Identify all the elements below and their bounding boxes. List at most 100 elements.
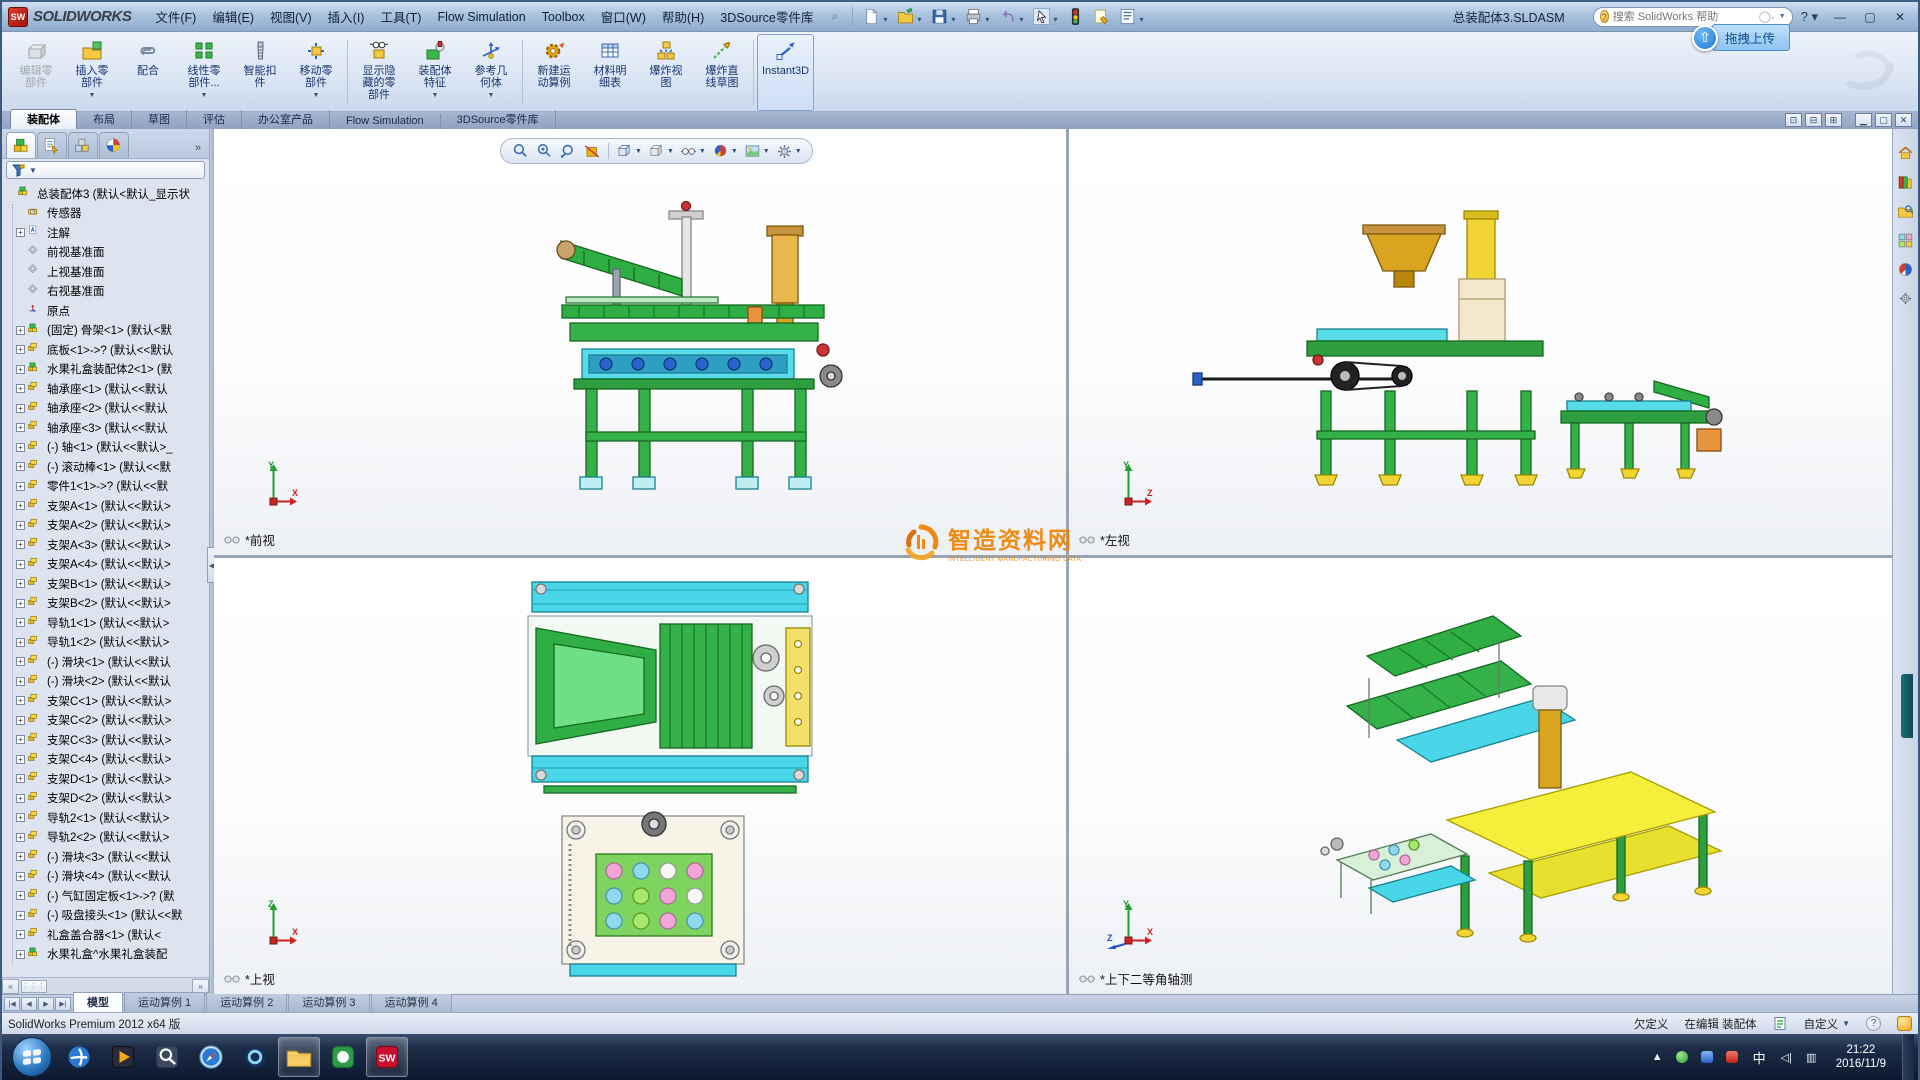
expand-icon[interactable]: +: [16, 482, 25, 491]
tree-item[interactable]: +导轨2<2> (默认<<默认>: [16, 828, 209, 848]
tree-item[interactable]: +支架A<4> (默认<<默认>: [16, 555, 209, 575]
tree-item[interactable]: +支架D<2> (默认<<默认>: [16, 789, 209, 809]
taskbar-3d-app-icon[interactable]: [234, 1037, 276, 1077]
exploded-view-button[interactable]: 爆炸视图: [638, 34, 694, 111]
expand-icon[interactable]: +: [16, 735, 25, 744]
tree-item[interactable]: +零件1<1>->? (默认<<默: [16, 477, 209, 497]
linear-pattern-dropdown-icon[interactable]: ▼: [201, 90, 208, 102]
print-icon[interactable]: [961, 6, 985, 28]
expand-icon[interactable]: +: [16, 618, 25, 627]
tab-last-icon[interactable]: ▶|: [55, 997, 71, 1011]
feature-manager-tab[interactable]: [6, 132, 36, 158]
open-document-icon[interactable]: [893, 6, 917, 28]
close-button[interactable]: ✕: [1886, 7, 1914, 27]
expand-icon[interactable]: +: [16, 501, 25, 510]
doc-close-button[interactable]: ✕: [1895, 113, 1912, 127]
select-cursor-icon[interactable]: [1029, 6, 1053, 28]
tray-network-icon[interactable]: ▥: [1803, 1049, 1820, 1066]
tree-item[interactable]: +支架A<1> (默认<<默认>: [16, 496, 209, 516]
expand-icon[interactable]: +: [16, 911, 25, 920]
tree-item[interactable]: +水果礼盒装配体2<1> (默: [16, 360, 209, 380]
custom-properties-icon[interactable]: [1896, 288, 1916, 308]
model-tab-模型[interactable]: 模型: [73, 992, 123, 1012]
viewport-isometric[interactable]: YXZ*上下二等角轴测: [1069, 558, 1892, 994]
taskbar-media-icon[interactable]: [102, 1037, 144, 1077]
model-tab-运动算例 4[interactable]: 运动算例 4: [371, 992, 452, 1012]
sheet-status-icon[interactable]: [1773, 1016, 1788, 1031]
help-icon[interactable]: ? ▾: [1801, 9, 1818, 25]
minimize-button[interactable]: —: [1826, 7, 1854, 27]
tree-item[interactable]: +轴承座<2> (默认<<默认: [16, 399, 209, 419]
move-component-button[interactable]: 移动零部件▼: [288, 34, 344, 111]
drag-upload-label[interactable]: 拖拽上传: [1712, 24, 1790, 51]
expand-icon[interactable]: +: [16, 872, 25, 881]
configuration-manager-tab[interactable]: [68, 132, 98, 158]
tree-item[interactable]: +(-) 轴<1> (默认<<默认>_: [16, 438, 209, 458]
zoom-fit-icon[interactable]: [509, 141, 532, 162]
rebuild-icon[interactable]: [1063, 6, 1087, 28]
tab-装配体[interactable]: 装配体: [10, 109, 77, 129]
menu-item-插入(I)[interactable]: 插入(I): [320, 4, 373, 29]
appearances-icon[interactable]: [1896, 259, 1916, 279]
tree-item[interactable]: 右视基准面: [16, 282, 209, 302]
taskbar-clock[interactable]: 21:22 2016/11/9: [1828, 1043, 1894, 1071]
tree-item[interactable]: +(-) 气缸固定板<1>->? (默: [16, 886, 209, 906]
new-document-icon[interactable]: [859, 6, 883, 28]
doc-minimize-icon[interactable]: ⊟: [1805, 113, 1822, 127]
reference-geometry-dropdown-icon[interactable]: ▼: [488, 90, 495, 102]
tab-next-icon[interactable]: ▶: [38, 997, 54, 1011]
tab-评估[interactable]: 评估: [187, 110, 242, 129]
expand-icon[interactable]: +: [16, 755, 25, 764]
expand-icon[interactable]: +: [16, 345, 25, 354]
search-input[interactable]: [1613, 11, 1755, 23]
tree-item[interactable]: +(固定) 骨架<1> (默认<默: [16, 321, 209, 341]
tray-status-green-icon[interactable]: [1674, 1049, 1691, 1066]
tree-item[interactable]: +礼盒盖合器<1> (默认<: [16, 925, 209, 945]
start-button[interactable]: [12, 1037, 52, 1077]
tree-item[interactable]: +支架B<2> (默认<<默认>: [16, 594, 209, 614]
menu-item-视图(V)[interactable]: 视图(V): [262, 4, 320, 29]
tree-item[interactable]: +支架C<3> (默认<<默认>: [16, 730, 209, 750]
viewport-top[interactable]: ZX*上视: [214, 558, 1066, 994]
tab-first-icon[interactable]: |◀: [4, 997, 20, 1011]
doc-restore-icon[interactable]: ⊡: [1785, 113, 1802, 127]
tree-item[interactable]: 上视基准面: [16, 262, 209, 282]
taskbar-browser-icon[interactable]: [190, 1037, 232, 1077]
expand-icon[interactable]: +: [16, 521, 25, 530]
hide-show-items-icon[interactable]: ▼: [677, 141, 708, 162]
tree-item[interactable]: +导轨2<1> (默认<<默认>: [16, 808, 209, 828]
expand-icon[interactable]: +: [16, 326, 25, 335]
expand-icon[interactable]: +: [16, 657, 25, 666]
search-magnifier-icon[interactable]: ◯˖: [1759, 10, 1775, 23]
expand-icon[interactable]: +: [16, 833, 25, 842]
undo-icon-dropdown[interactable]: ▾: [1019, 15, 1023, 24]
tray-volume-icon[interactable]: ◁|: [1778, 1049, 1795, 1066]
tree-item[interactable]: +(-) 滑块<4> (默认<<默认: [16, 867, 209, 887]
expand-icon[interactable]: +: [16, 365, 25, 374]
search-dropdown-icon[interactable]: ▼: [1779, 13, 1786, 20]
edit-component-button[interactable]: 编辑零部件: [8, 34, 64, 111]
tree-item[interactable]: +支架A<3> (默认<<默认>: [16, 535, 209, 555]
taskbar-ie-icon[interactable]: [58, 1037, 100, 1077]
expand-icon[interactable]: +: [16, 774, 25, 783]
tree-item[interactable]: +支架B<1> (默认<<默认>: [16, 574, 209, 594]
expand-icon[interactable]: +: [16, 930, 25, 939]
expand-icon[interactable]: +: [16, 599, 25, 608]
maximize-button[interactable]: ▢: [1856, 7, 1884, 27]
tray-security-red-icon[interactable]: [1724, 1049, 1741, 1066]
model-tab-运动算例 2[interactable]: 运动算例 2: [206, 992, 287, 1012]
expand-icon[interactable]: +: [16, 677, 25, 686]
tree-item[interactable]: 原点: [16, 301, 209, 321]
save-icon[interactable]: [927, 6, 951, 28]
tree-item[interactable]: +轴承座<1> (默认<<默认: [16, 379, 209, 399]
zoom-area-icon[interactable]: [533, 141, 556, 162]
scroll-thumb[interactable]: ⋮⋮⋮: [21, 980, 47, 993]
tree-item[interactable]: 传感器: [16, 204, 209, 224]
taskbar-explorer-icon[interactable]: [278, 1037, 320, 1077]
tab-3DSource零件库[interactable]: 3DSource零件库: [441, 110, 556, 129]
new-document-icon-dropdown[interactable]: ▾: [883, 15, 887, 24]
open-document-icon-dropdown[interactable]: ▾: [917, 15, 921, 24]
expand-icon[interactable]: +: [16, 404, 25, 413]
bill-of-materials-button[interactable]: 材料明细表: [582, 34, 638, 111]
custom-dropdown-icon[interactable]: ▼: [1842, 1019, 1850, 1028]
